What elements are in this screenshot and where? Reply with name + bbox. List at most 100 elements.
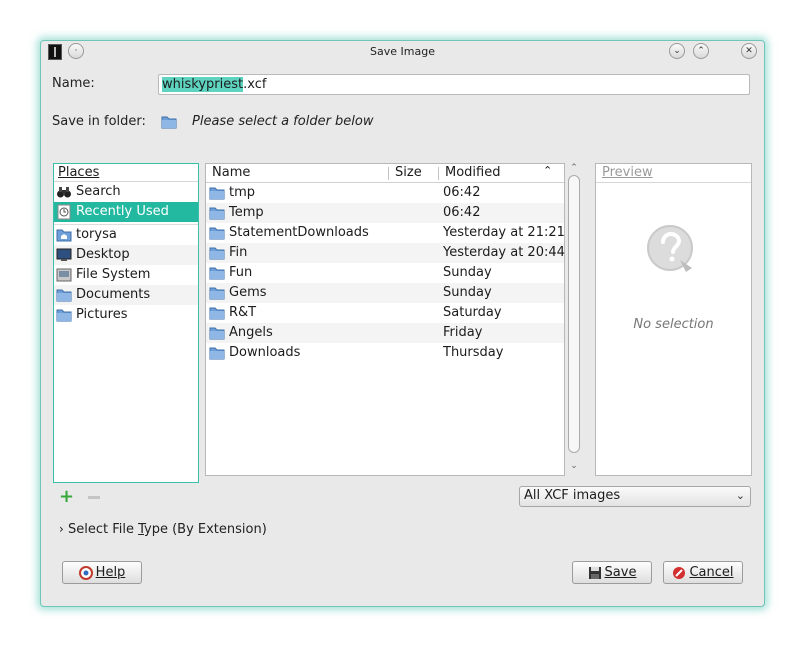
places-item-pictures[interactable]: Pictures bbox=[54, 305, 198, 325]
unknown-image-icon bbox=[644, 222, 704, 282]
places-header: Places bbox=[54, 164, 198, 182]
name-input[interactable]: whiskypriest.xcf bbox=[158, 74, 750, 95]
file-row[interactable]: tmp 06:42 bbox=[206, 183, 564, 203]
scroll-down-icon[interactable]: ⌄ bbox=[567, 461, 581, 471]
column-header-name[interactable]: Name bbox=[212, 165, 250, 180]
desktop-icon bbox=[56, 248, 72, 261]
sort-ascending-icon[interactable]: ⌃ bbox=[543, 164, 552, 177]
column-separator bbox=[388, 167, 389, 180]
chevron-down-icon: ⌄ bbox=[735, 489, 745, 502]
places-item-label: Search bbox=[76, 184, 121, 199]
drive-icon bbox=[56, 268, 72, 282]
clock-icon bbox=[57, 204, 71, 220]
save-button[interactable]: Save bbox=[572, 561, 652, 584]
file-modified: Yesterday at 20:44 bbox=[443, 245, 565, 260]
file-name: Temp bbox=[229, 205, 264, 220]
file-modified: 06:42 bbox=[443, 205, 481, 220]
places-item-file-system[interactable]: File System bbox=[54, 265, 198, 285]
file-name: Angels bbox=[229, 325, 273, 340]
folder-icon bbox=[209, 286, 225, 300]
file-list-scrollbar[interactable]: ⌃ ⌄ bbox=[567, 163, 581, 476]
places-item-label: Desktop bbox=[76, 247, 130, 262]
expander-label-suffix: ype (By Extension) bbox=[144, 522, 267, 537]
file-row[interactable]: Gems Sunday bbox=[206, 283, 564, 303]
save-image-dialog: · Save Image ⌄ ⌃ ✕ Name: whiskypriest.xc… bbox=[40, 40, 765, 607]
chevron-right-icon: › bbox=[59, 522, 64, 536]
save-in-folder-label: Save in folder: bbox=[52, 114, 146, 129]
add-bookmark-icon[interactable]: + bbox=[59, 488, 74, 506]
no-selection-text: No selection bbox=[633, 317, 714, 332]
file-name-cell: StatementDownloads bbox=[209, 225, 369, 240]
expander-label-prefix: Select File bbox=[67, 522, 139, 537]
floppy-icon bbox=[588, 566, 601, 579]
file-row[interactable]: Fun Sunday bbox=[206, 263, 564, 283]
save-button-label: Save bbox=[604, 565, 637, 580]
column-header-modified[interactable]: Modified bbox=[445, 165, 500, 180]
file-type-filter[interactable]: All XCF images ⌄ bbox=[519, 486, 751, 507]
scroll-up-icon[interactable]: ⌃ bbox=[567, 163, 581, 173]
preview-panel: Preview No selection bbox=[595, 163, 752, 476]
places-item-documents[interactable]: Documents bbox=[54, 285, 198, 305]
file-modified: Thursday bbox=[443, 345, 504, 360]
folder-icon bbox=[209, 346, 225, 360]
file-row[interactable]: R&T Saturday bbox=[206, 303, 564, 323]
remove-bookmark-icon[interactable] bbox=[88, 496, 100, 499]
file-row[interactable]: Downloads Thursday bbox=[206, 343, 564, 363]
save-in-folder-hint: Please select a folder below bbox=[192, 114, 374, 129]
binoculars-icon bbox=[57, 187, 71, 198]
places-item-search[interactable]: Search bbox=[54, 182, 198, 202]
file-name: tmp bbox=[229, 185, 256, 200]
file-name-cell: Angels bbox=[209, 325, 273, 340]
file-name: R&T bbox=[229, 305, 257, 320]
file-row[interactable]: Angels Friday bbox=[206, 323, 564, 343]
folder-icon bbox=[56, 289, 72, 302]
file-modified: Yesterday at 21:21 bbox=[443, 225, 565, 240]
cancel-button[interactable]: Cancel bbox=[663, 561, 743, 584]
preview-header-label: Preview bbox=[602, 165, 653, 180]
name-label: Name: bbox=[52, 76, 95, 91]
places-header-label: Places bbox=[58, 165, 100, 180]
file-row[interactable]: StatementDownloads Yesterday at 21:21 bbox=[206, 223, 565, 243]
scrollbar-track[interactable] bbox=[568, 175, 580, 453]
file-modified: Saturday bbox=[443, 305, 502, 320]
file-rows: tmp 06:42 Temp 06:42 StatementDownloads Yeste… bbox=[206, 183, 565, 363]
file-modified: Sunday bbox=[443, 285, 492, 300]
close-button[interactable]: ✕ bbox=[741, 43, 757, 59]
places-item-label: Pictures bbox=[76, 307, 128, 322]
places-item-label: torysa bbox=[76, 227, 117, 242]
window-title: Save Image bbox=[370, 45, 435, 58]
file-row[interactable]: Temp 06:42 bbox=[206, 203, 564, 223]
folder-icon bbox=[209, 246, 225, 260]
file-name: Fin bbox=[229, 245, 248, 260]
column-header-size[interactable]: Size bbox=[395, 165, 422, 180]
folder-icon bbox=[161, 114, 177, 129]
file-row[interactable]: Fin Yesterday at 20:44 bbox=[206, 243, 565, 263]
file-name-cell: Fin bbox=[209, 245, 247, 260]
select-file-type-expander[interactable]: › Select File Type (By Extension) bbox=[59, 522, 267, 537]
minimize-button[interactable]: ⌄ bbox=[669, 43, 685, 59]
cancel-icon bbox=[673, 566, 686, 579]
file-name-cell: Downloads bbox=[209, 345, 300, 360]
folder-icon bbox=[56, 309, 72, 322]
folder-icon bbox=[209, 206, 225, 220]
folder-icon bbox=[209, 266, 225, 280]
places-item-recently-used[interactable]: Recently Used bbox=[54, 202, 198, 222]
name-extension-text: .xcf bbox=[243, 77, 267, 92]
home-folder-icon bbox=[56, 229, 72, 242]
folder-icon bbox=[209, 326, 225, 340]
help-button[interactable]: Help bbox=[62, 561, 142, 584]
folder-icon bbox=[209, 186, 225, 200]
file-type-filter-value: All XCF images bbox=[524, 488, 621, 503]
file-list-header: Name Size Modified ⌃ bbox=[206, 164, 564, 183]
maximize-button[interactable]: ⌃ bbox=[693, 43, 709, 59]
folder-icon bbox=[209, 226, 225, 240]
file-name-cell: R&T bbox=[209, 305, 256, 320]
file-name: StatementDownloads bbox=[229, 225, 369, 240]
folder-icon bbox=[209, 306, 225, 320]
file-modified: Friday bbox=[443, 325, 483, 340]
places-item-torysa[interactable]: torysa bbox=[54, 225, 198, 245]
places-item-label: Documents bbox=[76, 287, 151, 302]
help-icon bbox=[78, 565, 93, 580]
file-name-cell: Gems bbox=[209, 285, 267, 300]
places-item-desktop[interactable]: Desktop bbox=[54, 245, 198, 265]
